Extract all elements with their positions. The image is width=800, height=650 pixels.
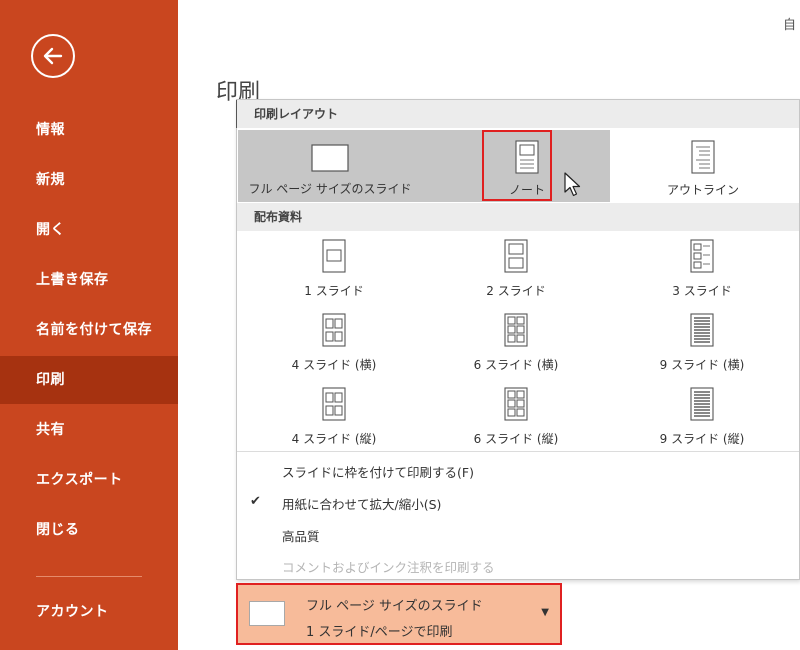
select-subtitle: 1 スライド/ページで印刷 — [306, 625, 453, 640]
handouts-section-header: 配布資料 — [237, 203, 799, 231]
menu-option-print-comments: コメントおよびインク注釈を印刷する — [237, 557, 799, 576]
menu-option-frame-slides[interactable]: スライドに枠を付けて印刷する(F) — [237, 462, 799, 481]
handout-option-6h[interactable]: 6 スライド (横) — [455, 308, 577, 374]
handout-option-label: 9 スライド (縦) — [659, 432, 745, 446]
handout-6-horizontal-icon — [504, 313, 528, 347]
menu-option-label: スライドに枠を付けて印刷する(F) — [282, 465, 474, 480]
backstage-sidebar: 情報 新規 開く 上書き保存 名前を付けて保存 印刷 共有 エクスポート 閉じる… — [0, 0, 178, 650]
sidebar-item-export[interactable]: エクスポート — [0, 456, 178, 504]
arrow-left-icon — [43, 47, 63, 65]
full-page-slide-icon — [311, 144, 349, 172]
handout-4-horizontal-icon — [322, 313, 346, 347]
sidebar-divider — [36, 576, 142, 577]
top-right-label: 自 — [782, 18, 796, 33]
sidebar-item-save-as[interactable]: 名前を付けて保存 — [0, 306, 178, 354]
handout-6-vertical-icon — [504, 387, 528, 421]
handout-2-slide-icon — [504, 239, 528, 273]
handout-option-label: 4 スライド (縦) — [291, 432, 377, 446]
sidebar-item-print[interactable]: 印刷 — [0, 356, 178, 404]
handout-option-label: 6 スライド (縦) — [473, 432, 559, 446]
notes-highlight-frame — [482, 130, 552, 201]
mouse-cursor-icon — [564, 172, 581, 197]
sidebar-item-account[interactable]: アカウント — [0, 588, 178, 636]
menu-option-label: 高品質 — [282, 529, 320, 544]
sidebar-item-info[interactable]: 情報 — [0, 106, 178, 154]
menu-option-label: コメントおよびインク注釈を印刷する — [282, 560, 495, 575]
print-layout-select[interactable]: フル ページ サイズのスライド 1 スライド/ページで印刷 ▼ — [236, 583, 562, 645]
layout-option-full-page[interactable]: フル ページ サイズのスライド — [241, 130, 419, 202]
handout-1-slide-icon — [322, 239, 346, 273]
layout-option-label: アウトライン — [666, 183, 739, 197]
handout-option-4h[interactable]: 4 スライド (横) — [273, 308, 395, 374]
handout-option-9v[interactable]: 9 スライド (縦) — [641, 382, 763, 448]
handout-option-9h[interactable]: 9 スライド (横) — [641, 308, 763, 374]
handout-9-vertical-icon — [690, 387, 714, 421]
back-button[interactable] — [31, 34, 75, 78]
slide-thumbnail-icon — [249, 601, 285, 626]
handout-option-2[interactable]: 2 スライド — [455, 234, 577, 300]
handout-option-4v[interactable]: 4 スライド (縦) — [273, 382, 395, 448]
print-layout-section-header: 印刷レイアウト — [237, 100, 799, 128]
select-title: フル ページ サイズのスライド — [306, 599, 483, 614]
handout-option-label: 3 スライド — [672, 284, 732, 298]
handout-option-label: 1 スライド — [304, 284, 364, 298]
sidebar-item-open[interactable]: 開く — [0, 206, 178, 254]
menu-separator — [237, 451, 799, 452]
checkmark-icon: ✔ — [250, 494, 261, 509]
dropdown-arrow-icon: ▼ — [541, 607, 549, 618]
sidebar-item-share[interactable]: 共有 — [0, 406, 178, 454]
handout-option-3[interactable]: 3 スライド — [641, 234, 763, 300]
handout-9-horizontal-icon — [690, 313, 714, 347]
handout-4-vertical-icon — [322, 387, 346, 421]
menu-option-label: 用紙に合わせて拡大/縮小(S) — [282, 497, 442, 512]
outline-page-icon — [691, 140, 715, 174]
handout-option-label: 2 スライド — [486, 284, 546, 298]
sidebar-item-save[interactable]: 上書き保存 — [0, 256, 178, 304]
menu-option-scale-to-fit[interactable]: ✔ 用紙に合わせて拡大/縮小(S) — [237, 494, 799, 513]
handout-option-label: 4 スライド (横) — [291, 358, 377, 372]
sidebar-item-close[interactable]: 閉じる — [0, 506, 178, 554]
layout-option-label: フル ページ サイズのスライド — [248, 182, 412, 196]
handout-option-label: 6 スライド (横) — [473, 358, 559, 372]
handout-option-6v[interactable]: 6 スライド (縦) — [455, 382, 577, 448]
menu-option-high-quality[interactable]: 高品質 — [237, 526, 799, 545]
handout-option-1[interactable]: 1 スライド — [273, 234, 395, 300]
layout-option-outline[interactable]: アウトライン — [633, 130, 773, 202]
handout-option-label: 9 スライド (横) — [659, 358, 745, 372]
sidebar-item-new[interactable]: 新規 — [0, 156, 178, 204]
handout-3-slide-icon — [690, 239, 714, 273]
